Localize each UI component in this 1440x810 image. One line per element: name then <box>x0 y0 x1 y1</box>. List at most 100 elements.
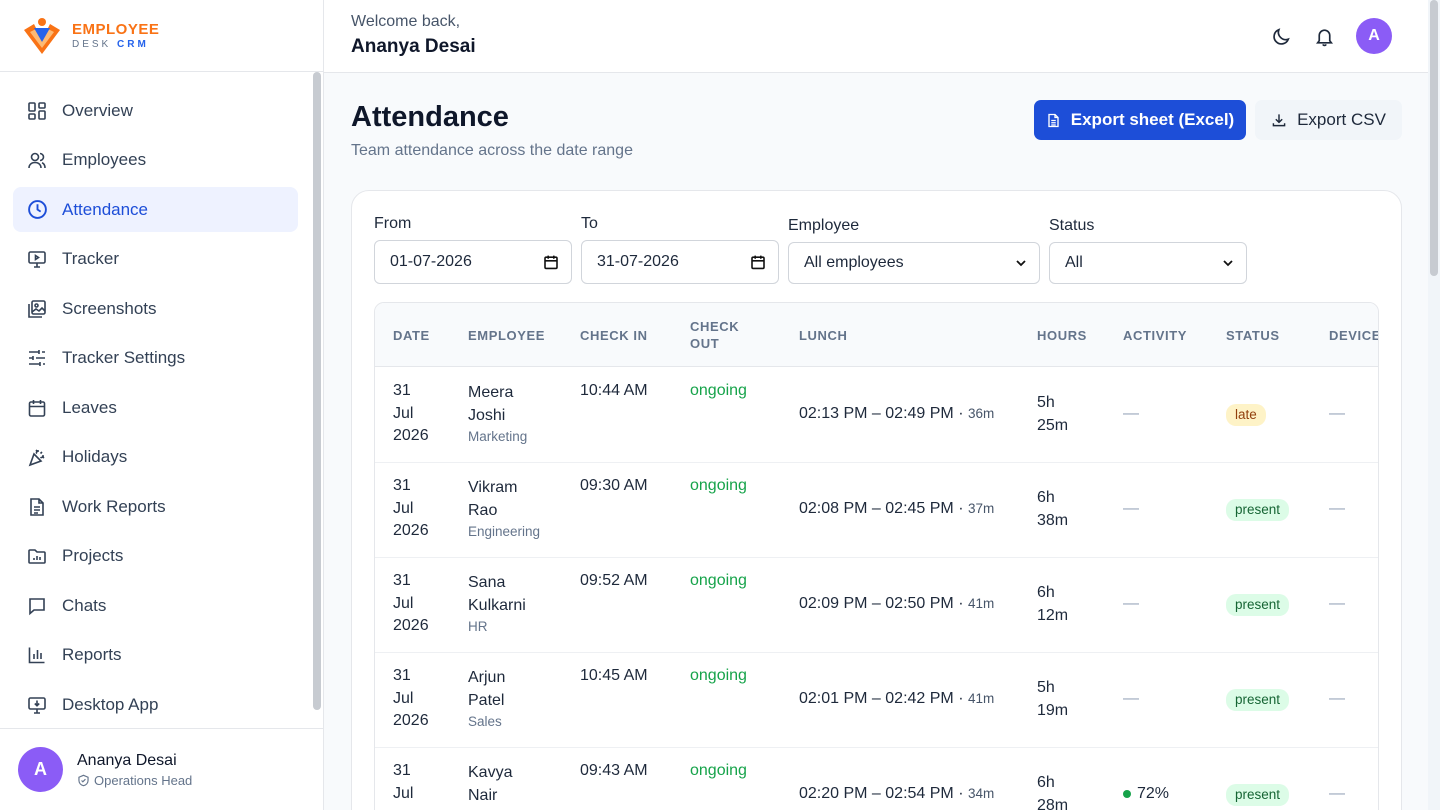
export-csv-button[interactable]: Export CSV <box>1255 100 1402 140</box>
brand-name: EMPLOYEE <box>72 20 160 38</box>
attendance-table: DATE EMPLOYEE CHECK IN CHECK OUT LUNCH HO… <box>374 302 1379 810</box>
sidebar-item-tracker-settings[interactable]: Tracker Settings <box>13 336 298 381</box>
sidebar-item-label: Tracker <box>62 249 119 268</box>
from-date-value: 01-07-2026 <box>390 253 472 270</box>
employee-select[interactable]: All employees <box>788 242 1040 284</box>
cell-status: late <box>1226 404 1266 427</box>
cell-device: — <box>1329 500 1345 517</box>
sidebar-item-screenshots[interactable]: Screenshots <box>13 286 298 331</box>
cell-activity: 72% <box>1123 783 1169 806</box>
to-date-input[interactable]: 31-07-2026 <box>581 240 779 284</box>
status-badge: present <box>1226 784 1290 806</box>
col-activity[interactable]: ACTIVITY <box>1123 327 1187 344</box>
moon-icon <box>1272 27 1290 45</box>
cell-device: — <box>1329 405 1345 422</box>
sidebar-item-projects[interactable]: Projects <box>13 534 298 579</box>
cell-lunch: 02:08 PM – 02:45 PM · 37m <box>799 500 995 517</box>
cell-status: present <box>1226 499 1290 522</box>
table-row[interactable]: 31 Jul 2026 Vikram Rao Engineering 09:30 AM … <box>375 463 1378 558</box>
cell-activity: — <box>1123 500 1139 517</box>
document-icon <box>26 496 48 518</box>
export-excel-button[interactable]: Export sheet (Excel) <box>1034 100 1246 140</box>
header-user-name: Ananya Desai <box>351 36 476 57</box>
cell-hours: 6h 38m <box>1037 489 1069 529</box>
cell-employee: Meera Joshi Marketing <box>468 382 558 447</box>
cell-hours: 5h 19m <box>1037 679 1069 719</box>
sidebar-item-tracker[interactable]: Tracker <box>13 237 298 282</box>
sidebar-item-label: Employees <box>62 150 147 169</box>
page-scrollbar[interactable] <box>1428 0 1440 810</box>
cell-check-out: ongoing <box>690 762 747 779</box>
sidebar-item-label: Leaves <box>62 397 117 417</box>
overview-icon <box>26 100 48 122</box>
theme-toggle-button[interactable] <box>1269 24 1293 48</box>
cell-lunch: 02:20 PM – 02:54 PM · 34m <box>799 785 995 802</box>
cell-status: present <box>1226 594 1290 617</box>
cell-device: — <box>1329 690 1345 707</box>
cell-check-in: 10:44 AM <box>580 382 648 399</box>
col-employee[interactable]: EMPLOYEE <box>468 327 545 344</box>
cell-employee: Sana Kulkarni HR <box>468 572 558 637</box>
top-header: Welcome back, Ananya Desai A <box>324 0 1428 73</box>
chevron-down-icon <box>1016 260 1026 267</box>
brand[interactable]: EMPLOYEE DESK CRM <box>0 0 323 72</box>
table-row[interactable]: 31 Jul 2026 Meera Joshi Marketing 10:44 AM o… <box>375 368 1378 463</box>
table-header: DATE EMPLOYEE CHECK IN CHECK OUT LUNCH HO… <box>375 303 1378 367</box>
avatar: A <box>18 747 63 792</box>
cell-hours: 6h 28m <box>1037 774 1069 810</box>
sidebar-item-work-reports[interactable]: Work Reports <box>13 484 298 529</box>
monitor-icon <box>26 248 48 270</box>
col-check-in[interactable]: CHECK IN <box>580 327 648 344</box>
employee-label: Employee <box>788 217 860 234</box>
download-icon <box>1272 114 1286 127</box>
chevron-down-icon <box>1223 260 1233 267</box>
cell-hours: 5h 25m <box>1037 394 1069 434</box>
col-status[interactable]: STATUS <box>1226 327 1280 344</box>
table-row[interactable]: 31 Jul 2026 Sana Kulkarni HR 09:52 AM ongoin… <box>375 558 1378 653</box>
sidebar-scroll-thumb[interactable] <box>313 72 321 710</box>
cell-date: 31 Jul 2026 <box>393 572 429 634</box>
cell-employee: Arjun Patel Sales <box>468 667 558 732</box>
export-excel-label: Export sheet (Excel) <box>1070 110 1235 129</box>
employee-department: Marketing <box>468 429 528 444</box>
col-date[interactable]: DATE <box>393 327 430 344</box>
table-row[interactable]: 31 Jul Kavya Nair 09:43 AM ongoing 02:20 P… <box>375 748 1378 810</box>
sidebar-item-attendance[interactable]: Attendance <box>13 187 298 232</box>
status-select[interactable]: All <box>1049 242 1247 284</box>
sidebar-nav: Overview Employees Attendance Tracker Sc… <box>0 72 323 728</box>
cell-check-out: ongoing <box>690 667 747 684</box>
cell-lunch: 02:01 PM – 02:42 PM · 41m <box>799 690 995 707</box>
brand-subtitle: DESK CRM <box>72 38 149 50</box>
sidebar: EMPLOYEE DESK CRM Overview Employees Att… <box>0 0 324 810</box>
col-lunch[interactable]: LUNCH <box>799 327 848 344</box>
users-icon <box>26 149 48 171</box>
user-profile[interactable]: A Ananya Desai Operations Head <box>0 728 323 810</box>
bar-chart-icon <box>26 644 48 666</box>
user-role-row: Operations Head <box>77 773 192 788</box>
cell-check-in: 09:30 AM <box>580 477 648 494</box>
sidebar-item-holidays[interactable]: Holidays <box>13 435 298 480</box>
table-row[interactable]: 31 Jul 2026 Arjun Patel Sales 10:45 AM ongoi… <box>375 653 1378 748</box>
to-date-value: 31-07-2026 <box>597 253 679 270</box>
sidebar-scrollbar[interactable] <box>313 72 321 710</box>
sidebar-item-overview[interactable]: Overview <box>13 88 298 133</box>
sidebar-item-leaves[interactable]: Leaves <box>13 385 298 430</box>
sidebar-item-reports[interactable]: Reports <box>13 633 298 678</box>
cell-date: 31 Jul 2026 <box>393 382 429 444</box>
cell-device: — <box>1329 595 1345 612</box>
page-scroll-thumb[interactable] <box>1430 0 1438 276</box>
notifications-button[interactable] <box>1312 24 1336 48</box>
sidebar-item-employees[interactable]: Employees <box>13 138 298 183</box>
col-device[interactable]: DEVICE <box>1329 327 1378 344</box>
sidebar-item-chats[interactable]: Chats <box>13 583 298 628</box>
from-date-input[interactable]: 01-07-2026 <box>374 240 572 284</box>
user-name: Ananya Desai <box>77 751 177 769</box>
employee-department: Engineering <box>468 524 541 539</box>
col-check-out[interactable]: CHECK OUT <box>690 318 739 352</box>
header-avatar[interactable]: A <box>1356 18 1392 54</box>
sidebar-item-desktop-app[interactable]: Desktop App <box>13 682 298 727</box>
cell-lunch: 02:09 PM – 02:50 PM · 41m <box>799 595 995 612</box>
bell-icon <box>1315 28 1333 46</box>
logo-icon <box>24 17 60 54</box>
col-hours[interactable]: HOURS <box>1037 327 1087 344</box>
